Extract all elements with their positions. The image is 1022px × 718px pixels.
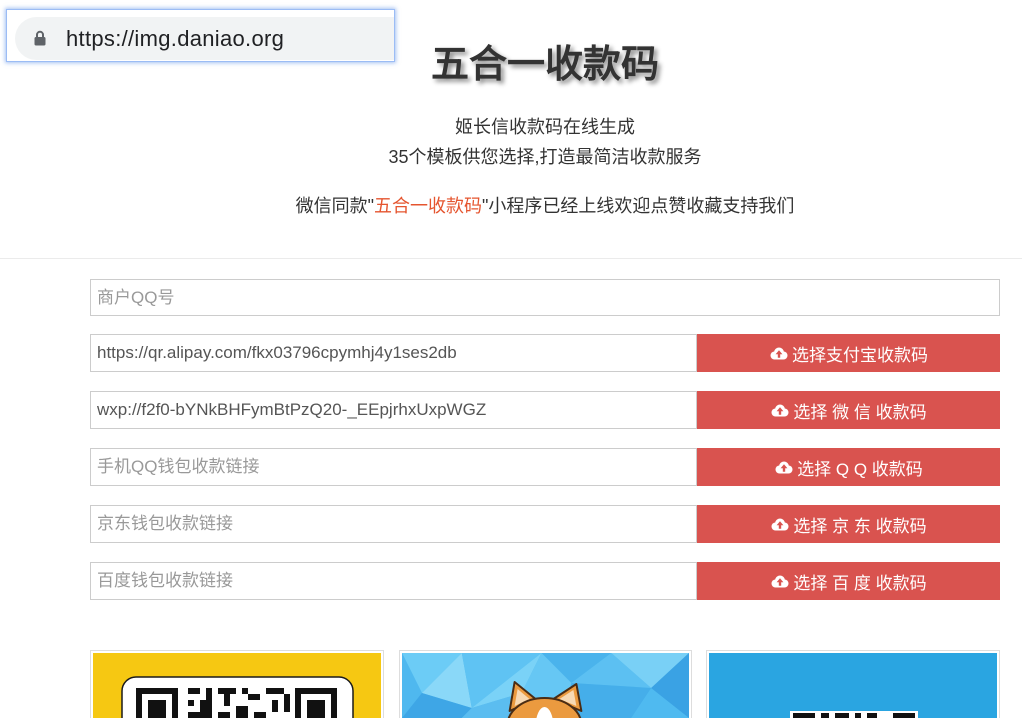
merchant-qq-input[interactable] bbox=[90, 279, 1000, 316]
cloud-upload-icon bbox=[770, 404, 789, 417]
jd-wallet-link-input[interactable] bbox=[90, 505, 697, 543]
cloud-upload-icon bbox=[774, 461, 793, 474]
corgi-image bbox=[402, 653, 689, 718]
button-label: 选择 京 东 收款码 bbox=[793, 516, 927, 536]
subtitle-line-1: 姬长信收款码在线生成 bbox=[455, 117, 635, 137]
template-card[interactable] bbox=[706, 650, 1000, 718]
jd-wallet-row: 选择 京 东 收款码 bbox=[90, 505, 1000, 543]
alipay-row: 选择支付宝收款码 bbox=[90, 334, 1000, 372]
template-card[interactable] bbox=[399, 650, 692, 718]
button-label: 选择 微 信 收款码 bbox=[793, 402, 927, 422]
qq-wallet-link-input[interactable] bbox=[90, 448, 697, 486]
qr-code-image bbox=[790, 711, 918, 718]
wechat-link-input[interactable] bbox=[90, 391, 697, 429]
cloud-upload-icon bbox=[770, 575, 789, 588]
qr-code-image bbox=[121, 676, 354, 718]
cloud-upload-icon bbox=[769, 347, 788, 360]
select-jd-qr-button[interactable]: 选择 京 东 收款码 bbox=[697, 505, 1000, 543]
button-label: 选择 Q Q 收款码 bbox=[797, 459, 923, 479]
alipay-link-input[interactable] bbox=[90, 334, 697, 372]
page-title: 五合一收款码 bbox=[430, 44, 659, 86]
wechat-row: 选择 微 信 收款码 bbox=[90, 391, 1000, 429]
qq-wallet-row: 选择 Q Q 收款码 bbox=[90, 448, 1000, 486]
mini-program-name: 五合一收款码 bbox=[374, 196, 482, 216]
select-wechat-qr-button[interactable]: 选择 微 信 收款码 bbox=[697, 391, 1000, 429]
select-qq-qr-button[interactable]: 选择 Q Q 收款码 bbox=[697, 448, 1000, 486]
lock-icon[interactable] bbox=[34, 30, 46, 46]
button-label: 选择 百 度 收款码 bbox=[793, 573, 927, 593]
cloud-upload-icon bbox=[770, 518, 789, 531]
baidu-wallet-row: 选择 百 度 收款码 bbox=[90, 562, 1000, 600]
template-preview-image bbox=[93, 653, 381, 718]
button-label: 选择支付宝收款码 bbox=[792, 345, 928, 365]
template-preview-image bbox=[402, 653, 689, 718]
select-baidu-qr-button[interactable]: 选择 百 度 收款码 bbox=[697, 562, 1000, 600]
mini-program-notice: 微信同款"五合一收款码"小程序已经上线欢迎点赞收藏支持我们 bbox=[90, 191, 1000, 221]
baidu-wallet-link-input[interactable] bbox=[90, 562, 697, 600]
payment-rows: 选择支付宝收款码 选择 微 信 收款码 选择 Q Q 收款码 bbox=[90, 334, 1000, 619]
divider bbox=[0, 258, 1022, 259]
select-alipay-qr-button[interactable]: 选择支付宝收款码 bbox=[697, 334, 1000, 372]
template-card[interactable] bbox=[90, 650, 384, 718]
subtitle-line-2: 35个模板供您选择,打造最简洁收款服务 bbox=[388, 147, 702, 167]
notice-text-after: "小程序已经上线欢迎点赞收藏支持我们 bbox=[482, 196, 795, 216]
page: https://img.daniao.org 五合一收款码 姬长信收款码在线生成… bbox=[0, 0, 1022, 718]
template-preview-image bbox=[709, 653, 997, 718]
notice-text-before: 微信同款" bbox=[295, 196, 374, 216]
